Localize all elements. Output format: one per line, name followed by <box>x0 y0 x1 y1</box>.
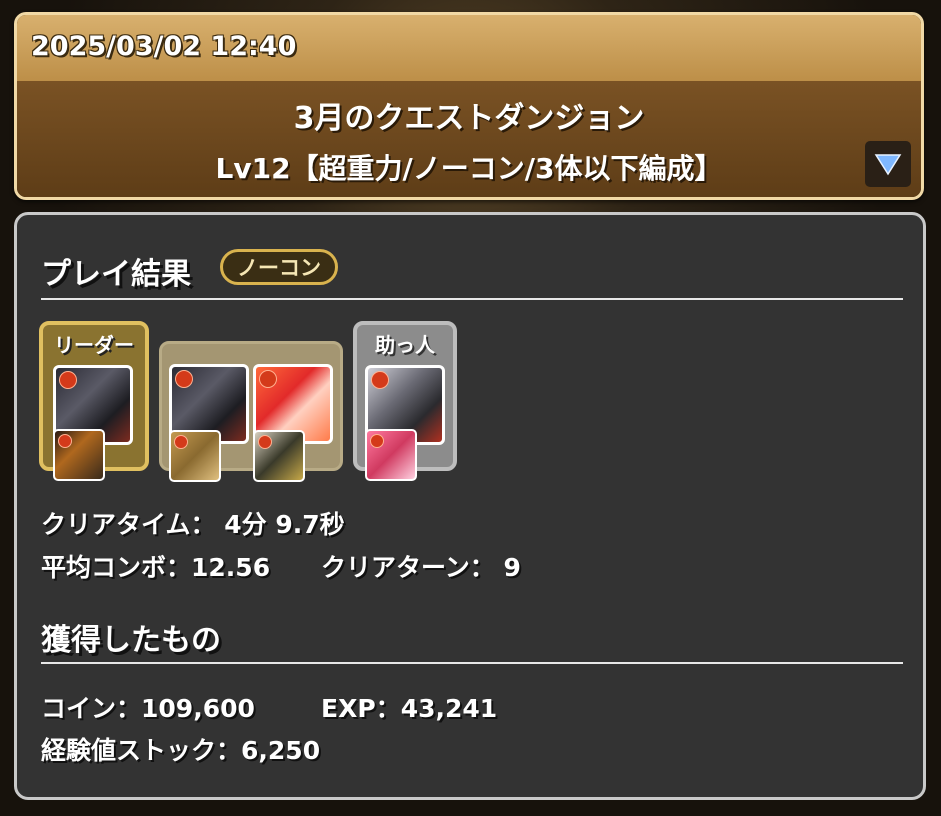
fire-element-icon <box>371 371 389 389</box>
header-quest-info: 3月のクエストダンジョン Lv12【超重力/ノーコン/3体以下編成】 <box>17 81 921 197</box>
exp-label: EXP： <box>321 694 401 723</box>
exp-stock: 経験値ストック：6,250 <box>41 731 320 767</box>
clear-turns-value: 9 <box>503 553 521 582</box>
rewards-title: 獲得したもの <box>41 623 221 658</box>
no-continue-badge: ノーコン <box>220 249 338 285</box>
fire-element-icon <box>175 370 193 388</box>
play-datetime: 2025/03/02 12:40 <box>31 31 297 62</box>
fire-element-icon <box>174 435 188 449</box>
divider <box>41 298 903 300</box>
sub-slots <box>159 341 343 482</box>
clear-turns-label: クリアターン： <box>321 553 495 582</box>
quest-subtitle: Lv12【超重力/ノーコン/3体以下編成】 <box>215 152 723 185</box>
clear-turns: クリアターン： 9 <box>321 548 521 584</box>
triangle-down-icon <box>874 154 902 176</box>
clear-time-label: クリアタイム： <box>41 510 216 539</box>
leader-label: リーダー <box>54 333 134 357</box>
average-combo: 平均コンボ：12.56 <box>41 548 270 584</box>
helper-label: 助っ人 <box>375 333 435 357</box>
coin-reward: コイン：109,600 <box>41 689 255 725</box>
helper-slot[interactable]: 助っ人 <box>353 321 457 481</box>
fire-element-icon <box>259 370 277 388</box>
sub-assist-monster-2[interactable] <box>253 430 305 482</box>
quest-title: 3月のクエストダンジョン <box>293 101 645 136</box>
leader-assist-monster[interactable] <box>53 429 105 481</box>
exp-stock-label: 経験値ストック： <box>41 736 242 765</box>
play-result-title: プレイ結果 <box>41 257 191 292</box>
header-date-bar: 2025/03/02 12:40 <box>17 15 921 81</box>
quest-header[interactable]: 2025/03/02 12:40 3月のクエストダンジョン Lv12【超重力/ノ… <box>14 12 924 200</box>
divider <box>41 662 903 664</box>
leader-slot[interactable]: リーダー <box>39 321 149 481</box>
clear-time-value: 4分 9.7秒 <box>224 510 345 539</box>
helper-assist-monster[interactable] <box>365 429 417 481</box>
fire-element-icon <box>58 434 72 448</box>
exp-reward: EXP：43,241 <box>321 689 497 725</box>
exp-value: 43,241 <box>400 694 498 723</box>
fire-element-icon <box>59 371 77 389</box>
coin-label: コイン： <box>41 694 142 723</box>
expand-button[interactable] <box>865 141 911 187</box>
fire-element-icon <box>258 435 272 449</box>
sub-assist-monster-1[interactable] <box>169 430 221 482</box>
coin-value: 109,600 <box>141 694 255 723</box>
average-combo-value: 12.56 <box>191 553 271 582</box>
result-panel: プレイ結果 ノーコン リーダー 助っ人 クリアタイム： 4分 9.7秒 平均コン… <box>14 212 926 800</box>
fire-element-icon <box>370 434 384 448</box>
exp-stock-value: 6,250 <box>241 736 321 765</box>
clear-time: クリアタイム： 4分 9.7秒 <box>41 505 345 541</box>
average-combo-label: 平均コンボ： <box>41 553 192 582</box>
